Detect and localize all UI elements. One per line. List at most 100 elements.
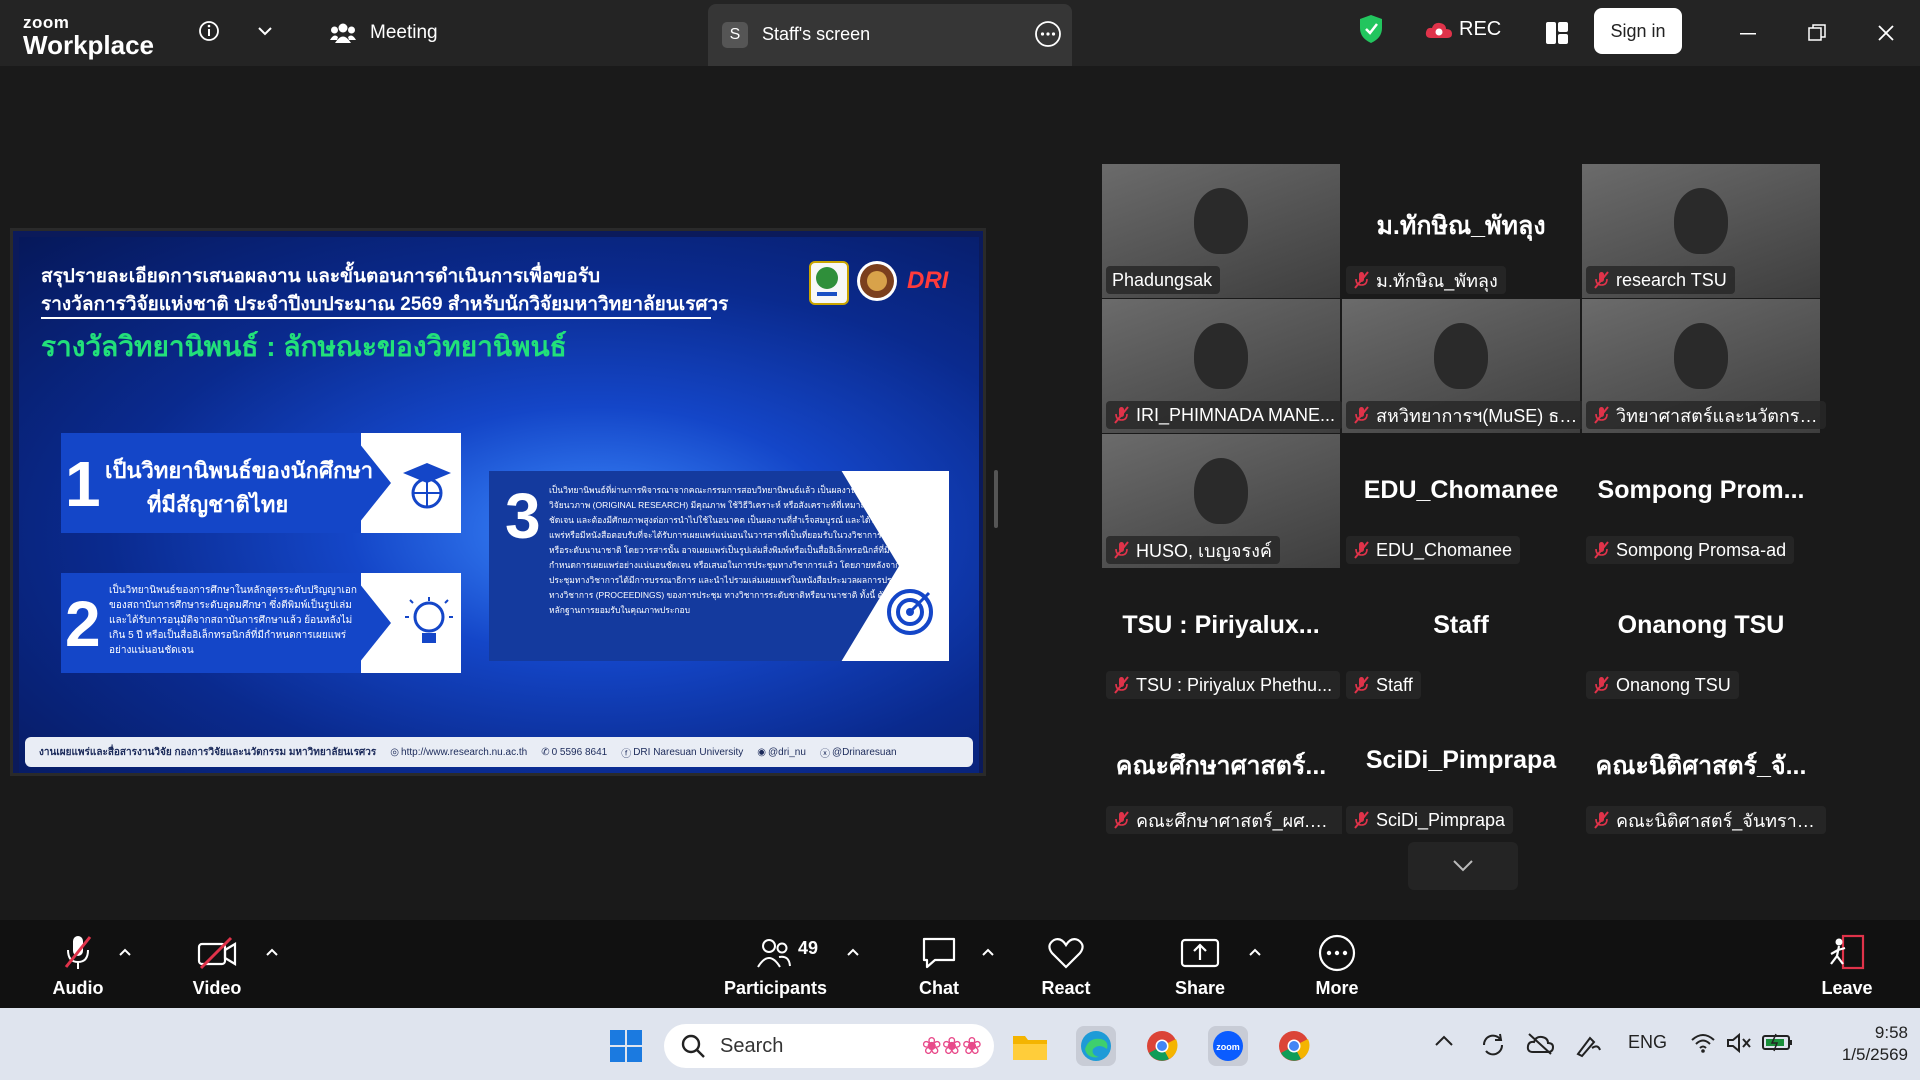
- chat-bubble-icon: [889, 934, 989, 972]
- muted-mic-icon: [1114, 811, 1129, 829]
- rec-label: REC: [1459, 18, 1502, 40]
- more-button[interactable]: More: [1287, 934, 1387, 999]
- wifi-icon[interactable]: [1690, 1032, 1716, 1059]
- lightbulb-icon: [405, 597, 453, 658]
- video-options-caret[interactable]: [265, 944, 279, 962]
- participant-tag-label: IRI_PHIMNADA MANE...: [1136, 404, 1336, 425]
- participant-tile[interactable]: คณะศึกษาศาสตร์... คณะศึกษาศาสตร์_ผศ.ดร...…: [1102, 704, 1346, 838]
- muted-mic-icon: [1594, 676, 1609, 694]
- zoom-logo: zoom Workplace: [23, 13, 155, 60]
- shared-screen-label: Staff's screen: [762, 24, 871, 44]
- muted-mic-icon: [1594, 811, 1609, 829]
- participant-display-name: ม.ทักษิณ_พัทลุง: [1376, 212, 1546, 240]
- participant-tile[interactable]: EDU_Chomanee EDU_Chomanee: [1342, 434, 1580, 568]
- close-icon[interactable]: [1871, 18, 1901, 48]
- video-camera-off-icon: [167, 934, 267, 972]
- speaker-muted-icon[interactable]: [1726, 1032, 1752, 1059]
- chevron-down-icon[interactable]: [252, 18, 278, 44]
- participant-tile[interactable]: Sompong Prom... Sompong Promsa-ad: [1582, 434, 1820, 568]
- chrome-icon[interactable]: [1142, 1026, 1182, 1066]
- participant-display-name: SciDi_Pimprapa: [1365, 746, 1557, 774]
- zoom-app-icon[interactable]: zoom: [1208, 1026, 1248, 1066]
- participant-tile[interactable]: TSU : Piriyalux... TSU : Piriyalux Phethu…: [1102, 569, 1341, 703]
- audio-options-caret[interactable]: [118, 944, 132, 962]
- windows-start-icon[interactable]: [606, 1026, 646, 1066]
- security-shield-icon[interactable]: [1358, 15, 1384, 43]
- participant-tag-label: TSU : Piriyalux Phethu...: [1136, 674, 1333, 695]
- cloud-offline-icon[interactable]: [1526, 1032, 1555, 1061]
- share-options-caret[interactable]: [1248, 944, 1262, 962]
- participant-silhouette: [1434, 323, 1488, 389]
- participant-tile[interactable]: SciDi_Pimprapa SciDi_Pimprapa: [1342, 704, 1580, 838]
- participant-tag-label: วิทยาศาสตร์และนวัตกรรม...: [1616, 405, 1818, 426]
- participant-tile[interactable]: Onanong TSU Onanong TSU: [1582, 569, 1820, 703]
- more-options-icon[interactable]: [1034, 20, 1062, 53]
- shared-screen[interactable]: สรุปรายละเอียดการเสนอผลงาน และขั้นตอนการ…: [10, 228, 986, 776]
- microphone-muted-icon: [28, 934, 128, 972]
- phone-icon: ✆: [541, 746, 550, 758]
- battery-charging-icon[interactable]: [1762, 1032, 1794, 1057]
- pen-input-icon[interactable]: [1574, 1032, 1602, 1063]
- participant-name-tag: SciDi_Pimprapa: [1346, 806, 1514, 834]
- participant-tile[interactable]: IRI_PHIMNADA MANE...: [1102, 299, 1344, 433]
- criteria-card-2: 2 เป็นวิทยานิพนธ์ของการศึกษาในหลักสูตรระ…: [61, 573, 461, 673]
- leave-door-icon: [1797, 934, 1897, 972]
- participant-tile[interactable]: สหวิทยาการฯ(MuSE) ธน...: [1342, 299, 1586, 433]
- participant-tile[interactable]: วิทยาศาสตร์และนวัตกรรม...: [1582, 299, 1826, 433]
- audio-button[interactable]: Audio: [28, 934, 128, 999]
- search-icon: [681, 1034, 705, 1058]
- info-icon[interactable]: [196, 18, 222, 44]
- participant-tag-label: SciDi_Pimprapa: [1376, 809, 1506, 830]
- naresuan-university-logo: [857, 261, 897, 301]
- participant-name-tag: คณะนิติศาสตร์_จันทราทิพ...: [1586, 806, 1826, 834]
- restore-icon[interactable]: [1802, 18, 1832, 48]
- participant-tile[interactable]: คณะนิติศาสตร์_จั... คณะนิติศาสตร์_จันทราท…: [1582, 704, 1826, 838]
- participant-silhouette: [1194, 323, 1248, 389]
- share-button[interactable]: Share: [1150, 934, 1250, 999]
- leave-button[interactable]: Leave: [1797, 934, 1897, 999]
- participant-display-name: Onanong TSU: [1617, 611, 1785, 639]
- muted-mic-icon: [1114, 406, 1129, 424]
- chat-button[interactable]: Chat: [889, 934, 989, 999]
- participant-tile[interactable]: Staff Staff: [1342, 569, 1580, 703]
- taskbar-search-box[interactable]: Search ❀❀❀: [664, 1024, 994, 1068]
- participant-tile[interactable]: ม.ทักษิณ_พัทลุง ม.ทักษิณ_พัทลุง: [1342, 164, 1580, 298]
- muted-mic-icon: [1594, 406, 1609, 424]
- participant-name-tag: สหวิทยาการฯ(MuSE) ธน...: [1346, 401, 1586, 429]
- chevron-down-icon: [1453, 860, 1473, 872]
- system-clock[interactable]: 9:58 1/5/2569: [1808, 1022, 1908, 1066]
- title-divider: [41, 317, 711, 319]
- participant-tile[interactable]: Phadungsak: [1102, 164, 1340, 298]
- muted-mic-icon: [1354, 676, 1369, 694]
- panel-splitter[interactable]: [994, 470, 998, 528]
- chrome-profile-icon[interactable]: [1274, 1026, 1314, 1066]
- sign-in-button[interactable]: Sign in: [1594, 8, 1682, 54]
- participant-display-name: TSU : Piriyalux...: [1122, 611, 1320, 639]
- participant-silhouette: [1674, 323, 1728, 389]
- participants-options-caret[interactable]: [846, 944, 860, 962]
- heart-icon: [1016, 934, 1116, 972]
- sync-icon[interactable]: [1480, 1032, 1506, 1063]
- tray-overflow-icon[interactable]: [1434, 1032, 1454, 1053]
- minimize-icon[interactable]: [1733, 18, 1763, 48]
- svg-text:zoom: zoom: [1216, 1042, 1240, 1052]
- chat-options-caret[interactable]: [981, 944, 995, 962]
- file-explorer-icon[interactable]: [1010, 1026, 1050, 1066]
- react-button[interactable]: React: [1016, 934, 1116, 999]
- gallery-next-page-button[interactable]: [1408, 842, 1518, 890]
- participant-tile[interactable]: research TSU: [1582, 164, 1820, 298]
- slide-subtitle: รางวัลวิทยานิพนธ์ : ลักษณะของวิทยานิพนธ์: [41, 331, 567, 362]
- apps-icon[interactable]: [1542, 18, 1572, 48]
- participant-tag-label: HUSO, เบญจรงค์: [1136, 540, 1272, 561]
- web-icon: ◎: [390, 746, 400, 758]
- edge-icon[interactable]: [1076, 1026, 1116, 1066]
- participant-tile[interactable]: HUSO, เบญจรงค์: [1102, 434, 1340, 568]
- video-button[interactable]: Video: [167, 934, 267, 999]
- participant-display-name: คณะศึกษาศาสตร์...: [1115, 752, 1327, 780]
- sharer-avatar: S: [722, 22, 748, 48]
- participant-tag-label: EDU_Chomanee: [1376, 539, 1513, 560]
- recording-indicator[interactable]: REC: [1425, 18, 1501, 41]
- tab-shared-screen[interactable]: S Staff's screen: [708, 4, 1072, 66]
- language-indicator[interactable]: ENG: [1628, 1032, 1667, 1053]
- meeting-label[interactable]: Meeting: [370, 22, 438, 44]
